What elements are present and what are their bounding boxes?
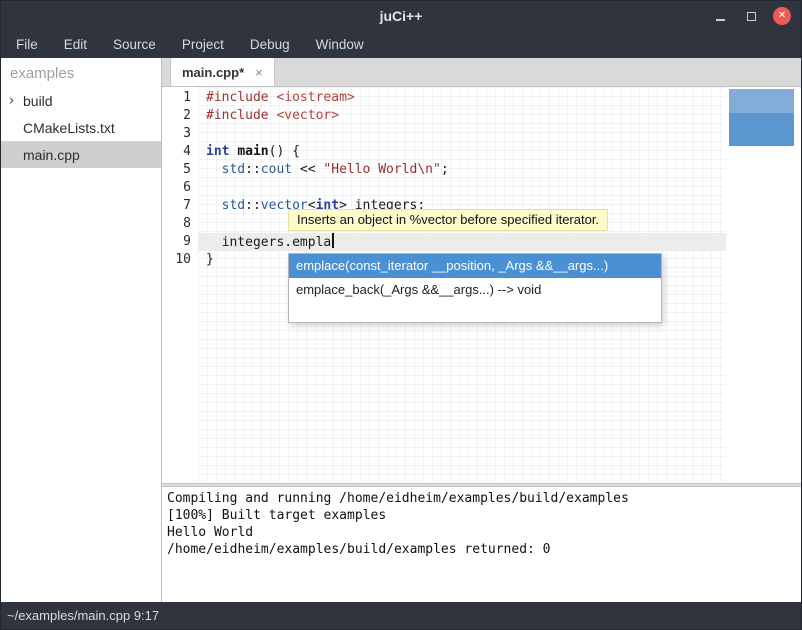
- project-folder-name: examples: [1, 58, 161, 87]
- doc-tooltip: Inserts an object in %vector before spec…: [288, 209, 608, 231]
- line-number: 4: [162, 143, 198, 161]
- tab-main-cpp[interactable]: main.cpp* ×: [170, 58, 275, 86]
- close-button[interactable]: ✕: [773, 7, 791, 25]
- line-number: 1: [162, 89, 198, 107]
- line-number: 2: [162, 107, 198, 125]
- status-text: ~/examples/main.cpp 9:17: [7, 608, 159, 623]
- editor-column: main.cpp* × 12345678910 #include <iostre…: [161, 58, 801, 602]
- line-number: 3: [162, 125, 198, 143]
- output-line: Compiling and running /home/eidheim/exam…: [167, 490, 796, 507]
- code-line: [198, 125, 801, 143]
- menu-bar: FileEditSourceProjectDebugWindow: [1, 31, 801, 58]
- output-line: Hello World: [167, 524, 796, 541]
- text-cursor: [332, 233, 334, 248]
- tree-item-label: main.cpp: [23, 147, 80, 163]
- maximize-button[interactable]: [742, 7, 760, 25]
- tab-label: main.cpp*: [182, 65, 244, 80]
- title-bar[interactable]: juCi++ ✕: [1, 1, 801, 31]
- line-number: 5: [162, 161, 198, 179]
- code-line: #include <vector>: [198, 107, 801, 125]
- code-lines: #include <iostream>#include <vector> int …: [198, 89, 801, 269]
- line-number-gutter: 12345678910: [162, 87, 198, 483]
- code-line: int main() {: [198, 143, 801, 161]
- output-panel: Compiling and running /home/eidheim/exam…: [162, 487, 801, 602]
- completion-popup: emplace(const_iterator __position, _Args…: [288, 253, 662, 323]
- maximize-icon: [747, 12, 756, 21]
- menu-item-edit[interactable]: Edit: [51, 32, 100, 57]
- code-editor[interactable]: 12345678910 #include <iostream>#include …: [162, 87, 801, 483]
- file-tree: › build CMakeLists.txt main.cpp: [1, 87, 161, 168]
- minimize-icon: [716, 19, 725, 21]
- line-number: 9: [162, 233, 198, 251]
- tab-close-icon[interactable]: ×: [255, 65, 263, 80]
- sidebar-item-main-cpp[interactable]: main.cpp: [1, 141, 161, 168]
- line-number: 6: [162, 179, 198, 197]
- close-icon: ✕: [778, 10, 786, 21]
- line-number: 10: [162, 251, 198, 269]
- sidebar-item-build[interactable]: › build: [1, 87, 161, 114]
- code-line: #include <iostream>: [198, 89, 801, 107]
- code-line: [198, 179, 801, 197]
- window-title: juCi++: [380, 8, 423, 24]
- file-browser-sidebar: examples › build CMakeLists.txt main.cpp: [1, 58, 161, 602]
- tab-bar: main.cpp* ×: [162, 58, 801, 87]
- menu-item-window[interactable]: Window: [303, 32, 377, 57]
- window-controls: ✕: [711, 1, 791, 31]
- main-area: examples › build CMakeLists.txt main.cpp ma…: [1, 58, 801, 602]
- tree-item-label: CMakeLists.txt: [23, 120, 115, 136]
- minimize-button[interactable]: [711, 7, 729, 25]
- app-window: juCi++ ✕ FileEditSourceProjectDebugWindo…: [0, 0, 802, 630]
- status-bar: ~/examples/main.cpp 9:17: [1, 602, 801, 629]
- output-line: [100%] Built target examples: [167, 507, 796, 524]
- line-number: 8: [162, 215, 198, 233]
- sidebar-item-cmakelists-txt[interactable]: CMakeLists.txt: [1, 114, 161, 141]
- completion-item[interactable]: emplace(const_iterator __position, _Args…: [289, 254, 661, 278]
- code-line: std::cout << "Hello World\n";: [198, 161, 801, 179]
- output-line: /home/eidheim/examples/build/examples re…: [167, 541, 796, 558]
- menu-item-project[interactable]: Project: [169, 32, 237, 57]
- line-number: 7: [162, 197, 198, 215]
- tree-item-label: build: [23, 93, 53, 109]
- code-line: integers.empla: [198, 233, 801, 251]
- menu-item-source[interactable]: Source: [100, 32, 169, 57]
- editor-scrollbar-thumb[interactable]: [729, 89, 794, 146]
- menu-item-file[interactable]: File: [3, 32, 51, 57]
- menu-item-debug[interactable]: Debug: [237, 32, 303, 57]
- completion-item[interactable]: emplace_back(_Args &&__args...) --> void: [289, 278, 661, 302]
- chevron-right-icon: ›: [9, 91, 14, 108]
